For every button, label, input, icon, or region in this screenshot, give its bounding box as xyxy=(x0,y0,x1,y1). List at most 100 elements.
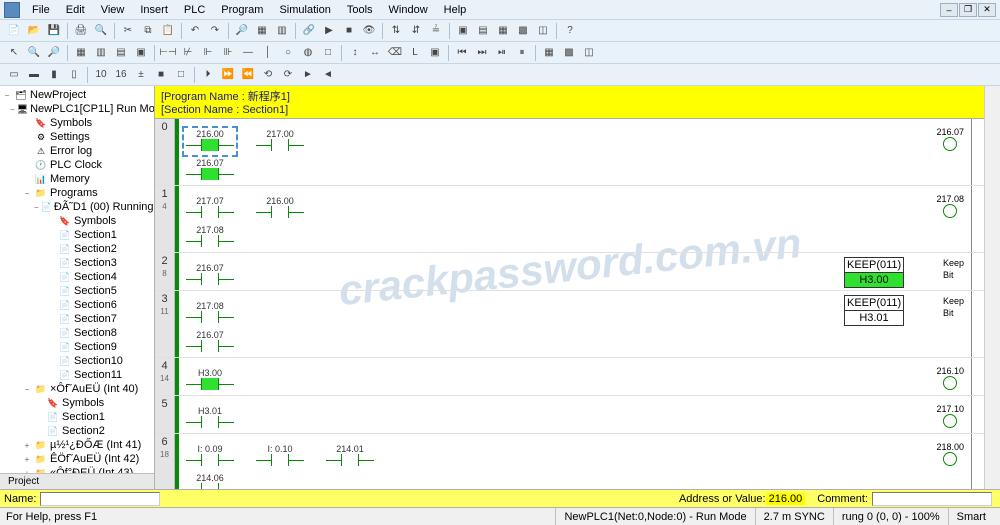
ladder-rung[interactable]: 311217.08216.07KEEP(011)H3.01KeepBit xyxy=(155,291,984,358)
tool-icon[interactable]: ▩ xyxy=(514,22,532,40)
menu-file[interactable]: File xyxy=(24,2,58,18)
contact-icon[interactable]: ⊩ xyxy=(199,44,217,62)
tree-section[interactable]: 📄Section1 xyxy=(2,228,152,242)
project-tree[interactable]: −🗂NewProject −🖥NewPLC1[CP1L] Run Mode 🔖S… xyxy=(0,86,154,473)
name-field[interactable] xyxy=(40,492,160,506)
contact[interactable]: 216.07 xyxy=(185,263,235,288)
contact[interactable]: 217.00 xyxy=(255,129,305,154)
tree-int42[interactable]: +📁ÊÖf˜AuEÜ (Int 42) xyxy=(2,452,152,466)
tree-memory[interactable]: 📊Memory xyxy=(2,172,152,186)
tree-section[interactable]: 📄Section4 xyxy=(2,270,152,284)
contact-icon[interactable]: ⊪ xyxy=(219,44,237,62)
ladder-rung[interactable]: 0216.00217.00216.07216.07 xyxy=(155,119,984,186)
tool-icon[interactable]: ⏩ xyxy=(219,66,237,84)
ladder-diagram[interactable]: crackpassword.com.vn 0216.00217.00216.07… xyxy=(155,119,984,489)
undo-icon[interactable]: ↶ xyxy=(186,22,204,40)
view-icon[interactable]: ▬ xyxy=(25,66,43,84)
num-icon[interactable]: ± xyxy=(132,66,150,84)
function-block[interactable]: KEEP(011)H3.00 xyxy=(844,257,904,288)
contact[interactable]: 216.00 xyxy=(255,196,305,221)
tree-plc[interactable]: −🖥NewPLC1[CP1L] Run Mode xyxy=(2,102,152,116)
menu-tools[interactable]: Tools xyxy=(339,2,381,18)
minimize-button[interactable]: – xyxy=(940,3,958,17)
tree-section[interactable]: 📄Section6 xyxy=(2,298,152,312)
tree-section[interactable]: 📄Section8 xyxy=(2,326,152,340)
coil-icon[interactable]: ○ xyxy=(279,44,297,62)
arrow-icon[interactable]: ↖ xyxy=(5,44,23,62)
output-coil[interactable]: 216.07 xyxy=(936,127,964,154)
tree-section[interactable]: 📄Section11 xyxy=(2,368,152,382)
tool-icon[interactable]: ⟲ xyxy=(259,66,277,84)
menu-window[interactable]: Window xyxy=(381,2,436,18)
menu-simulation[interactable]: Simulation xyxy=(271,2,338,18)
tree-int41[interactable]: +📁µ½¹¿ĐŐÆ (Int 41) xyxy=(2,438,152,452)
tool-icon[interactable]: ◫ xyxy=(534,22,552,40)
maximize-button[interactable]: ❐ xyxy=(959,3,977,17)
step-icon[interactable]: ⏮ xyxy=(453,44,471,62)
find-icon[interactable]: 🔎 xyxy=(233,22,251,40)
contact-no-icon[interactable]: ⊢⊣ xyxy=(159,44,177,62)
menu-program[interactable]: Program xyxy=(213,2,271,18)
contact[interactable]: H3.01 xyxy=(185,406,235,431)
tool-icon[interactable]: ▤ xyxy=(474,22,492,40)
hline-icon[interactable]: — xyxy=(239,44,257,62)
num-icon[interactable]: 16 xyxy=(112,66,130,84)
tree-errorlog[interactable]: ⚠Error log xyxy=(2,144,152,158)
tool-icon[interactable]: ▥ xyxy=(273,22,291,40)
menu-insert[interactable]: Insert xyxy=(132,2,176,18)
num-icon[interactable]: □ xyxy=(172,66,190,84)
save-icon[interactable]: 💾 xyxy=(45,22,63,40)
output-coil[interactable]: 217.08 xyxy=(936,194,964,221)
contact[interactable]: I: 0.09 xyxy=(185,444,235,469)
coil-icon[interactable]: ◍ xyxy=(299,44,317,62)
tree-settings[interactable]: ⚙Settings xyxy=(2,130,152,144)
new-icon[interactable]: 📄 xyxy=(5,22,23,40)
contact[interactable]: 217.07 xyxy=(185,196,235,221)
preview-icon[interactable]: 🔍 xyxy=(92,22,110,40)
rung-body[interactable]: 216.00217.00216.07216.07 xyxy=(175,119,984,185)
ladder-rung[interactable]: 618I: 0.09I: 0.10214.01214.06218.00218.0… xyxy=(155,434,984,489)
tree-section[interactable]: 📄Section10 xyxy=(2,354,152,368)
contact[interactable]: 214.01 xyxy=(325,444,375,469)
stop-icon[interactable]: ■ xyxy=(340,22,358,40)
open-icon[interactable]: 📂 xyxy=(25,22,43,40)
sidebar-tab-project[interactable]: Project xyxy=(0,473,154,489)
ladder-rung[interactable]: 14217.07216.00217.08217.08 xyxy=(155,186,984,253)
tree-plcclock[interactable]: 🕐PLC Clock xyxy=(2,158,152,172)
tool-icon[interactable]: ↕ xyxy=(346,44,364,62)
tree-int40-sec2[interactable]: 📄Section2 xyxy=(2,424,152,438)
paste-icon[interactable]: 📋 xyxy=(159,22,177,40)
tool-icon[interactable]: ▦ xyxy=(540,44,558,62)
rung-body[interactable]: 217.07216.00217.08217.08 xyxy=(175,186,984,252)
contact[interactable]: H3.00 xyxy=(185,368,235,393)
tree-int40[interactable]: −📁×Ôf˜AuEÜ (Int 40) xyxy=(2,382,152,396)
view-icon[interactable]: ▭ xyxy=(5,66,23,84)
tree-section[interactable]: 📄Section7 xyxy=(2,312,152,326)
menu-edit[interactable]: Edit xyxy=(58,2,93,18)
run-icon[interactable]: ▶ xyxy=(320,22,338,40)
menu-view[interactable]: View xyxy=(93,2,133,18)
tree-int43[interactable]: +📁«Ôf°ĐEÜ (Int 43) xyxy=(2,466,152,473)
rung-body[interactable]: 217.08216.07KEEP(011)H3.01KeepBit xyxy=(175,291,984,357)
tree-symbols[interactable]: 🔖Symbols xyxy=(2,116,152,130)
comment-field[interactable] xyxy=(872,492,992,506)
redo-icon[interactable]: ↷ xyxy=(206,22,224,40)
vline-icon[interactable]: │ xyxy=(259,44,277,62)
output-coil[interactable]: 217.10 xyxy=(936,404,964,431)
menu-plc[interactable]: PLC xyxy=(176,2,213,18)
function-block[interactable]: KEEP(011)H3.01 xyxy=(844,295,904,326)
contact[interactable]: 217.08 xyxy=(185,301,235,326)
tool-icon[interactable]: ◄ xyxy=(319,66,337,84)
transfer-icon[interactable]: ⇅ xyxy=(387,22,405,40)
grid-icon[interactable]: ▤ xyxy=(112,44,130,62)
num-icon[interactable]: 10 xyxy=(92,66,110,84)
rung-body[interactable]: H3.00 216.10 xyxy=(175,358,984,395)
rung-body[interactable]: H3.01 217.10 xyxy=(175,396,984,433)
output-coil[interactable]: 218.00 xyxy=(936,442,964,469)
tree-prog-main[interactable]: −📄ĐÃ˜D1 (00) Running xyxy=(2,200,152,214)
output-coil[interactable]: 216.10 xyxy=(936,366,964,393)
tree-int40-symbols[interactable]: 🔖Symbols xyxy=(2,396,152,410)
vertical-scrollbar[interactable] xyxy=(984,86,1000,489)
contact[interactable]: I: 0.10 xyxy=(255,444,305,469)
tree-section[interactable]: 📄Section9 xyxy=(2,340,152,354)
